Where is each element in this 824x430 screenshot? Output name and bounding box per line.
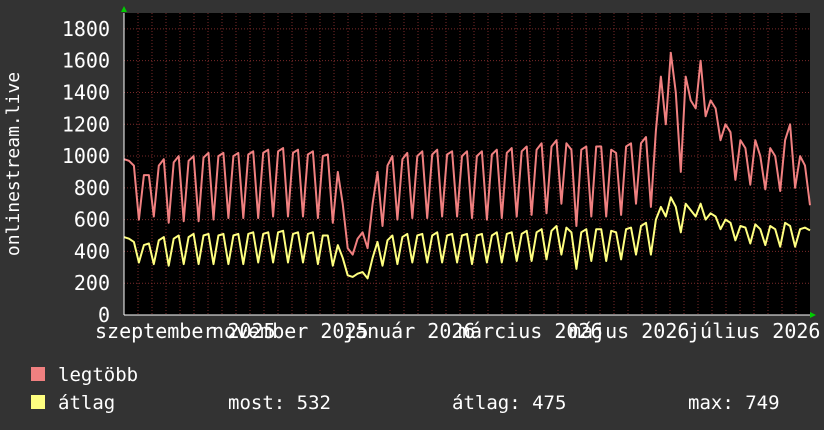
y-tick-label: 600 <box>74 208 110 232</box>
legend-swatch-legtobb <box>31 367 45 381</box>
y-tick-label: 1400 <box>62 80 110 104</box>
y-tick-label: 1800 <box>62 17 110 41</box>
y-tick-label: 800 <box>74 176 110 200</box>
x-tick-label: július 2026 <box>688 319 820 343</box>
legend-swatch-atlag <box>31 395 45 409</box>
traffic-chart: 020040060080010001200140016001800 szepte… <box>0 0 824 430</box>
stat-most: most: 532 <box>228 392 331 414</box>
y-axis-label: onlinestream.live <box>3 72 24 256</box>
legend-label-atlag: átlag <box>58 392 115 414</box>
x-axis-tick-labels: szeptember 2025november 2025január 2026m… <box>95 319 820 343</box>
legend-label-legtobb: legtöbb <box>58 364 138 386</box>
y-tick-label: 200 <box>74 271 110 295</box>
x-tick-label: január 2026 <box>343 319 475 343</box>
y-tick-label: 1200 <box>62 112 110 136</box>
y-tick-label: 1600 <box>62 49 110 73</box>
stat-atlag: átlag: 475 <box>452 392 566 414</box>
y-tick-label: 400 <box>74 239 110 263</box>
stat-max: max: 749 <box>688 392 780 414</box>
plot-area <box>121 6 816 318</box>
x-tick-label: május 2026 <box>569 319 689 343</box>
y-tick-label: 1000 <box>62 144 110 168</box>
